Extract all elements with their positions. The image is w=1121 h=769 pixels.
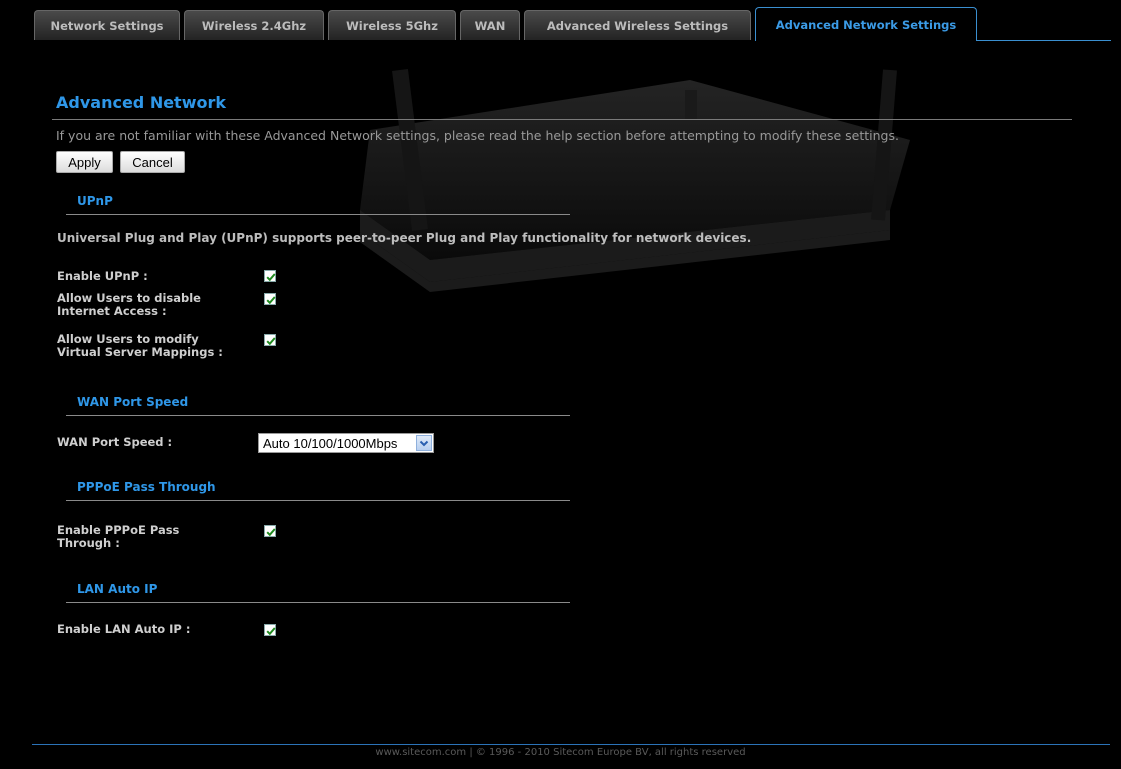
modify-mappings-label: Allow Users to modify Virtual Server Map… [57, 333, 223, 359]
wan-port-speed-label: WAN Port Speed : [57, 435, 173, 449]
footer-copyright: www.sitecom.com | © 1996 - 2010 Sitecom … [375, 747, 746, 758]
tab-bar: Network Settings Wireless 2.4Ghz Wireles… [0, 0, 1121, 42]
enable-upnp-label: Enable UPnP : [57, 270, 148, 283]
enable-lan-auto-ip-checkbox[interactable] [264, 624, 276, 636]
tab-underline [976, 40, 1111, 41]
upnp-description: Universal Plug and Play (UPnP) supports … [57, 231, 752, 245]
upnp-divider [66, 214, 570, 215]
title-divider [52, 119, 1072, 120]
checkmark-icon [266, 627, 276, 636]
tab-network-settings[interactable]: Network Settings [34, 10, 180, 40]
apply-button[interactable]: Apply [56, 151, 113, 173]
tab-advanced-wireless-settings[interactable]: Advanced Wireless Settings [524, 10, 751, 40]
enable-pppoe-label: Enable PPPoE Pass Through : [57, 524, 179, 550]
enable-upnp-checkbox[interactable] [264, 270, 276, 282]
tab-wan[interactable]: WAN [460, 10, 520, 40]
intro-text: If you are not familiar with these Advan… [56, 128, 899, 143]
checkmark-icon [266, 273, 276, 282]
checkmark-icon [266, 337, 276, 346]
disable-internet-access-label-line2: Internet Access : [57, 304, 167, 318]
enable-lan-auto-ip-label: Enable LAN Auto IP : [57, 622, 191, 636]
enable-upnp-label-text: Enable UPnP : [57, 269, 148, 283]
modify-mappings-checkbox[interactable] [264, 334, 276, 346]
enable-pppoe-label-line2: Through : [57, 536, 120, 550]
wan-port-speed-value: Auto 10/100/1000Mbps [263, 435, 398, 451]
page-title: Advanced Network [56, 93, 227, 112]
wan-port-speed-divider [66, 415, 570, 416]
footer-divider [32, 744, 1110, 745]
modify-mappings-label-line2: Virtual Server Mappings : [57, 345, 223, 359]
wan-port-speed-heading: WAN Port Speed [77, 395, 189, 409]
checkmark-icon [266, 528, 276, 537]
tab-advanced-network-settings[interactable]: Advanced Network Settings [755, 7, 977, 41]
lan-auto-ip-divider [66, 602, 570, 603]
upnp-heading: UPnP [77, 194, 113, 208]
cancel-button[interactable]: Cancel [120, 151, 185, 173]
pppoe-divider [66, 500, 570, 501]
tab-wireless-24ghz[interactable]: Wireless 2.4Ghz [184, 10, 324, 40]
pppoe-heading: PPPoE Pass Through [77, 480, 216, 494]
disable-internet-access-checkbox[interactable] [264, 293, 276, 305]
enable-pppoe-checkbox[interactable] [264, 525, 276, 537]
chevron-down-icon[interactable] [416, 435, 432, 451]
tab-wireless-5ghz[interactable]: Wireless 5Ghz [328, 10, 456, 40]
wan-port-speed-select[interactable]: Auto 10/100/1000Mbps [258, 433, 434, 453]
disable-internet-access-label: Allow Users to disable Internet Access : [57, 292, 201, 318]
router-background-image [360, 69, 910, 292]
lan-auto-ip-heading: LAN Auto IP [77, 582, 158, 596]
checkmark-icon [266, 296, 276, 305]
